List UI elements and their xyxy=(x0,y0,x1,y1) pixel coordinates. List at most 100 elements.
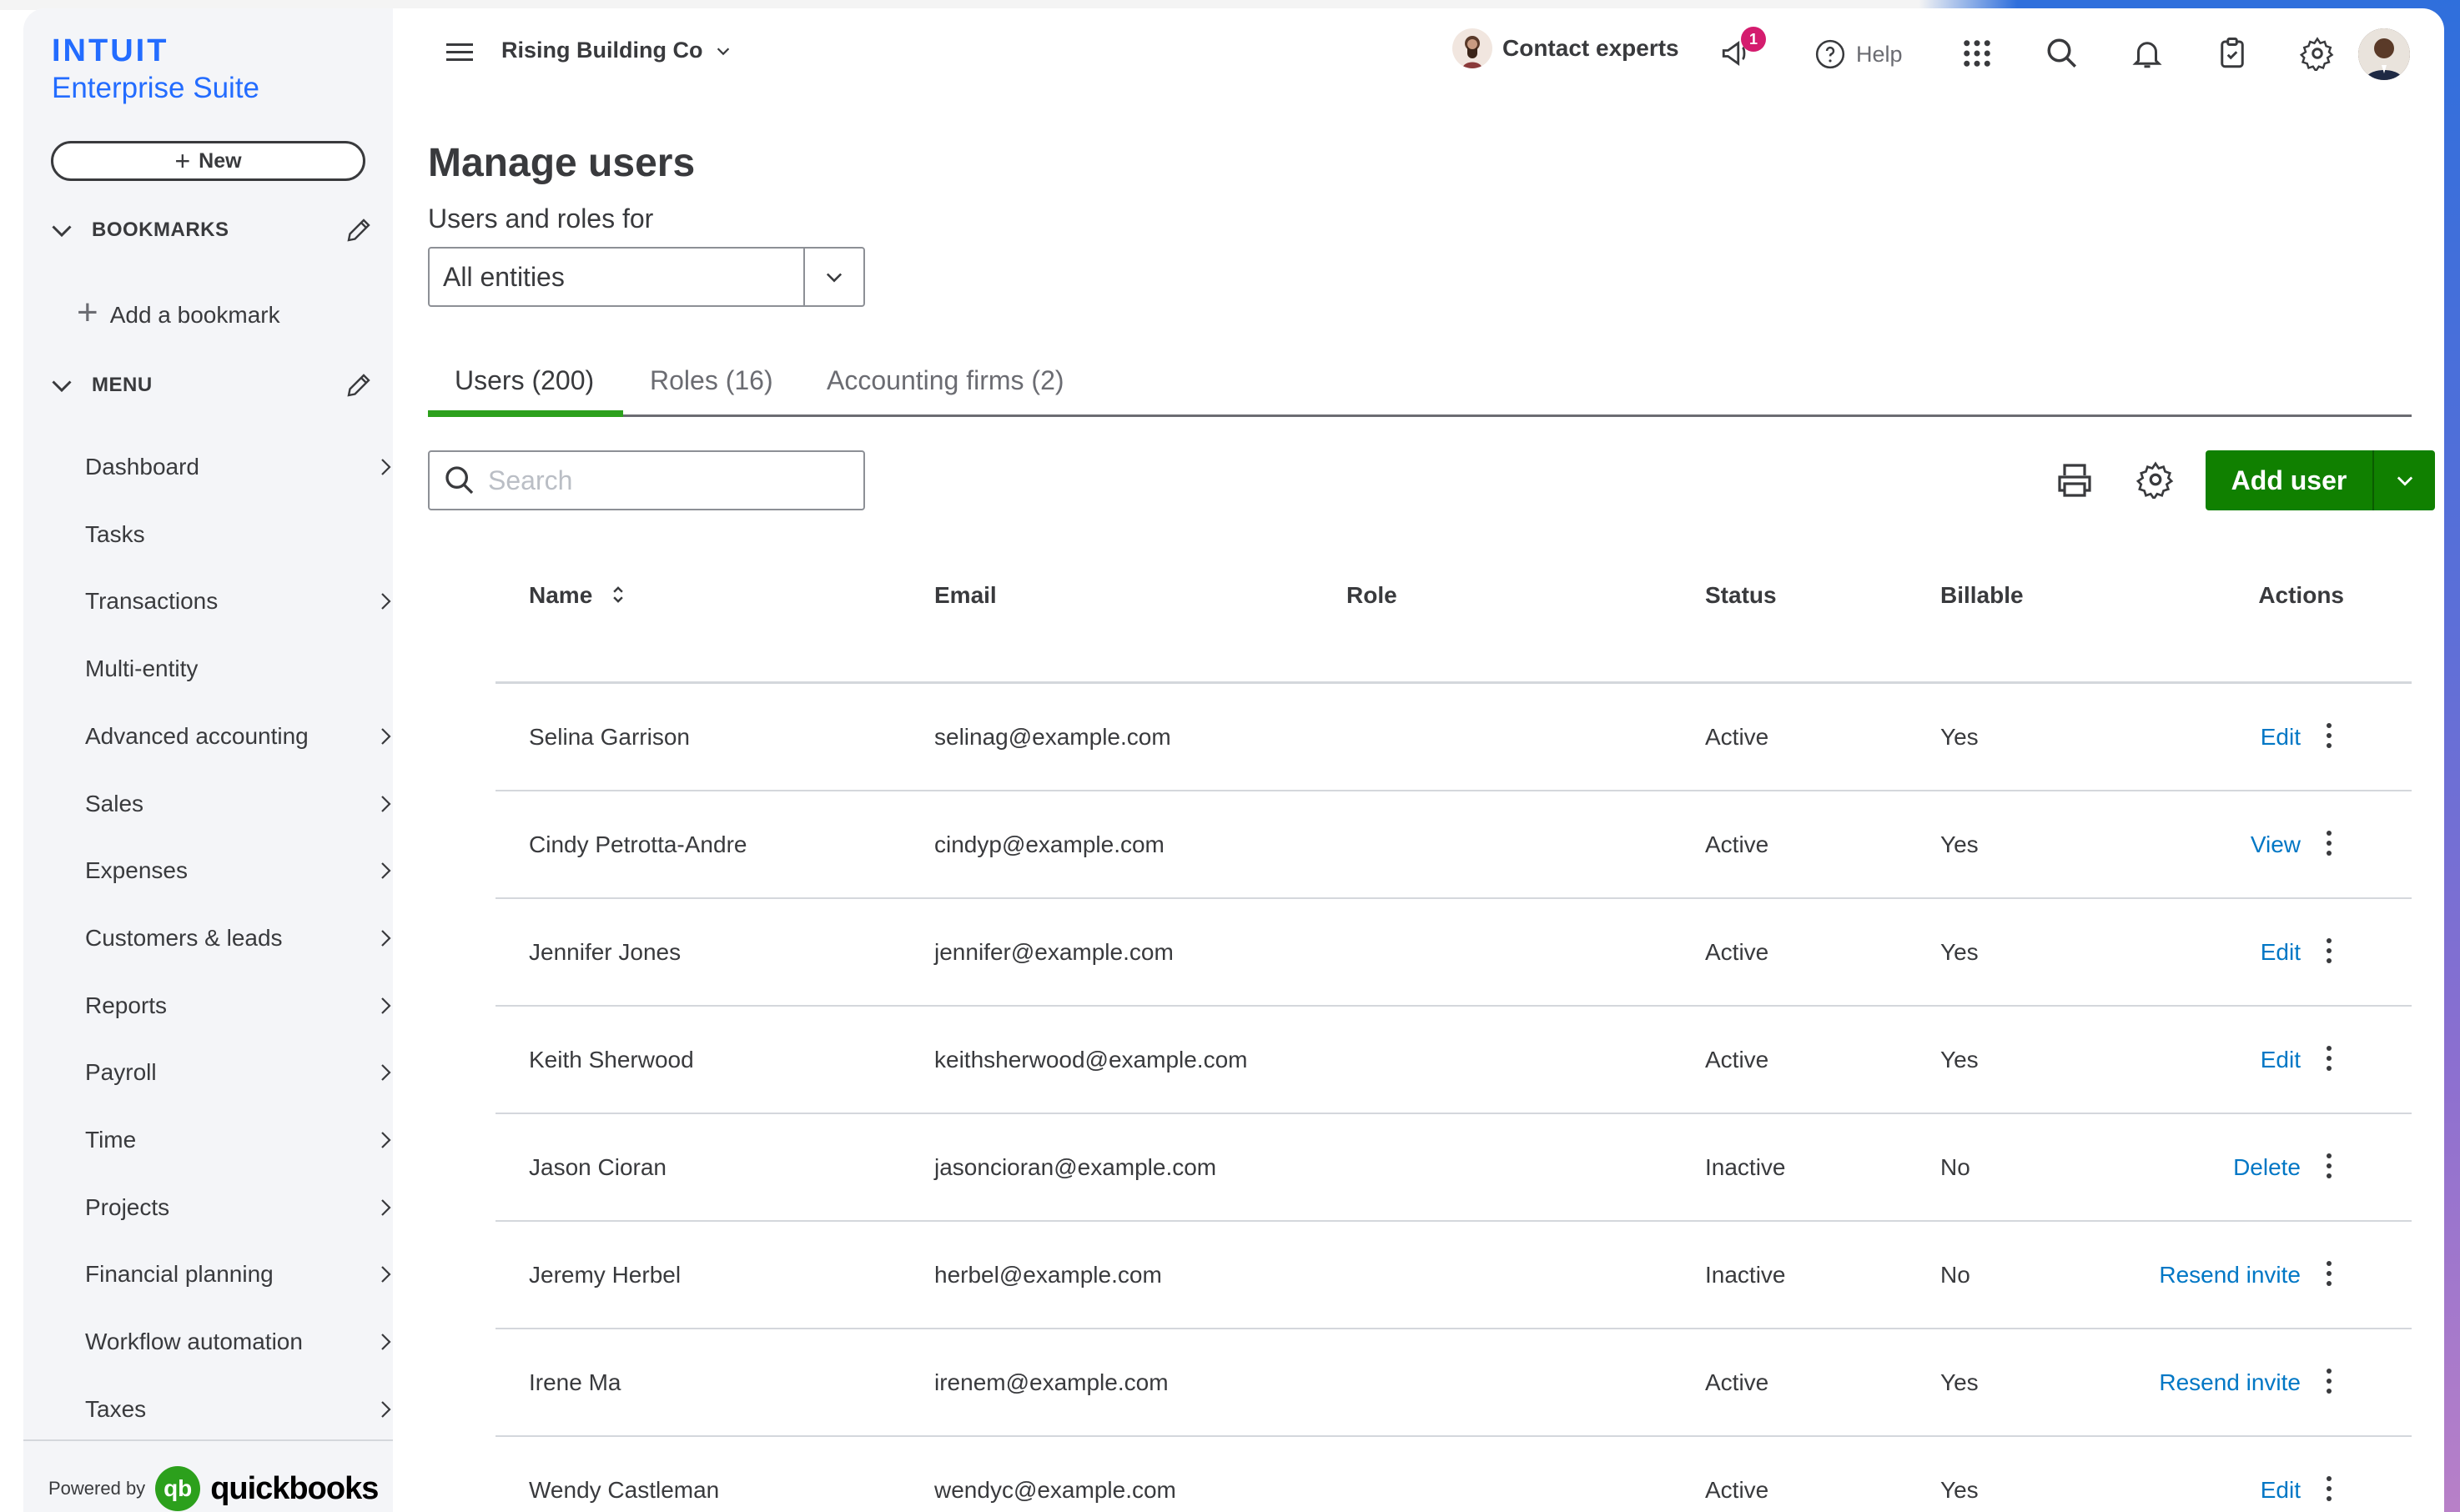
menu-header[interactable]: MENU xyxy=(47,370,374,400)
search-icon[interactable] xyxy=(2045,36,2080,71)
cell-email: selinag@example.com xyxy=(934,724,1171,750)
row-action-link[interactable]: Edit xyxy=(2090,1477,2301,1504)
sidebar-item-label: Customers & leads xyxy=(85,924,283,951)
page-subtitle: Users and roles for xyxy=(428,203,654,234)
cell-billable: Yes xyxy=(1940,724,1979,750)
tab-accounting-firms[interactable]: Accounting firms (2) xyxy=(827,365,1064,396)
table-settings-gear-icon[interactable] xyxy=(2136,460,2175,499)
row-action-link[interactable]: Resend invite xyxy=(2090,1262,2301,1288)
sidebar-item-label: Financial planning xyxy=(85,1261,274,1288)
sidebar-item-taxes[interactable]: Taxes xyxy=(85,1384,410,1434)
more-options-kebab-icon[interactable] xyxy=(2325,1474,2333,1504)
add-user-button[interactable]: Add user xyxy=(2206,465,2372,496)
sidebar-item-projects[interactable]: Projects xyxy=(85,1183,410,1233)
sidebar-item-time[interactable]: Time xyxy=(85,1115,410,1165)
column-status: Status xyxy=(1705,582,1777,608)
help-icon xyxy=(1815,39,1845,69)
cell-status: Active xyxy=(1705,1047,1769,1072)
add-user-dropdown[interactable] xyxy=(2374,469,2435,492)
sidebar-item-financial-planning[interactable]: Financial planning xyxy=(85,1249,410,1299)
cell-status: Inactive xyxy=(1705,1262,1786,1288)
chevron-down-icon xyxy=(52,225,72,238)
more-options-kebab-icon[interactable] xyxy=(2325,1366,2333,1396)
edit-bookmarks-pencil-icon[interactable] xyxy=(344,215,374,245)
sidebar-item-multi-entity[interactable]: Multi-entity xyxy=(85,644,410,694)
search-icon xyxy=(445,466,474,495)
cell-status: Active xyxy=(1705,1369,1769,1395)
company-switcher[interactable]: Rising Building Co xyxy=(501,38,732,63)
cell-email: keithsherwood@example.com xyxy=(934,1047,1248,1072)
sidebar-item-transactions[interactable]: Transactions xyxy=(85,576,410,626)
row-action-link[interactable]: Resend invite xyxy=(2090,1369,2301,1396)
cell-name: Keith Sherwood xyxy=(529,1047,694,1072)
cell-billable: Yes xyxy=(1940,1369,1979,1395)
add-user-button-group: Add user xyxy=(2206,450,2435,510)
sidebar-item-advanced-accounting[interactable]: Advanced accounting xyxy=(85,711,410,761)
row-action-link[interactable]: Delete xyxy=(2090,1154,2301,1181)
column-actions: Actions xyxy=(2258,582,2344,608)
sidebar-item-label: Taxes xyxy=(85,1395,147,1422)
more-options-kebab-icon[interactable] xyxy=(2325,828,2333,858)
edit-menu-pencil-icon[interactable] xyxy=(344,370,374,400)
sidebar-item-label: Transactions xyxy=(85,588,219,615)
sidebar-item-tasks[interactable]: Tasks xyxy=(85,510,410,560)
row-action-link[interactable]: Edit xyxy=(2090,1047,2301,1073)
add-bookmark-link[interactable]: + Add a bookmark xyxy=(77,292,280,334)
hamburger-menu-icon[interactable] xyxy=(445,40,475,65)
tab-roles[interactable]: Roles (16) xyxy=(650,365,773,396)
cell-name: Jeremy Herbel xyxy=(529,1262,682,1288)
entity-select[interactable]: All entities xyxy=(428,247,865,307)
row-action-link[interactable]: Edit xyxy=(2090,939,2301,966)
help-button[interactable]: Help xyxy=(1814,38,1903,70)
sidebar-item-label: Tasks xyxy=(85,520,145,547)
cell-email: wendyc@example.com xyxy=(934,1477,1176,1503)
contact-experts-button[interactable]: Contact experts xyxy=(1452,28,1679,68)
sidebar-item-payroll[interactable]: Payroll xyxy=(85,1047,410,1098)
table-row: Jason Cioran jasoncioran@example.com Inact… xyxy=(496,1114,2412,1222)
sidebar-item-label: Sales xyxy=(85,790,144,816)
row-action-link[interactable]: Edit xyxy=(2090,724,2301,751)
cell-billable: No xyxy=(1940,1262,1970,1288)
user-avatar[interactable] xyxy=(2358,28,2410,80)
more-options-kebab-icon[interactable] xyxy=(2325,1151,2333,1181)
sidebar-item-dashboard[interactable]: Dashboard xyxy=(85,442,410,492)
row-action-link[interactable]: View xyxy=(2090,831,2301,858)
cell-email: cindyp@example.com xyxy=(934,831,1165,857)
bookmarks-header[interactable]: BOOKMARKS xyxy=(47,215,374,245)
intuit-logo: INTUIT xyxy=(52,33,169,68)
cell-billable: Yes xyxy=(1940,1047,1979,1072)
sidebar-item-customers-leads[interactable]: Customers & leads xyxy=(85,913,410,963)
search-input[interactable] xyxy=(488,465,847,496)
print-icon[interactable] xyxy=(2055,460,2095,500)
chevron-down-icon xyxy=(826,273,843,283)
sidebar-item-workflow-automation[interactable]: Workflow automation xyxy=(85,1317,410,1367)
sidebar-item-sales[interactable]: Sales xyxy=(85,779,410,829)
plus-icon: + xyxy=(174,145,191,176)
sidebar-item-reports[interactable]: Reports xyxy=(85,981,410,1031)
column-name[interactable]: Name xyxy=(529,582,627,609)
table-row: Selina Garrison selinag@example.com Active… xyxy=(496,684,2412,791)
cell-email: irenem@example.com xyxy=(934,1369,1169,1395)
more-options-kebab-icon[interactable] xyxy=(2325,936,2333,966)
sidebar-item-label: Expenses xyxy=(85,857,188,884)
more-options-kebab-icon[interactable] xyxy=(2325,721,2333,751)
entity-dropdown-toggle[interactable] xyxy=(803,249,863,305)
sidebar-item-expenses[interactable]: Expenses xyxy=(85,846,410,896)
more-options-kebab-icon[interactable] xyxy=(2325,1043,2333,1073)
new-button-label: New xyxy=(199,148,242,173)
expert-avatar xyxy=(1452,28,1492,68)
quickbooks-logo-icon: qb xyxy=(155,1466,201,1511)
new-button[interactable]: + New xyxy=(51,141,365,181)
apps-grid-icon[interactable] xyxy=(1959,36,1995,71)
more-options-kebab-icon[interactable] xyxy=(2325,1258,2333,1288)
cell-name: Wendy Castleman xyxy=(529,1477,720,1503)
cell-name: Irene Ma xyxy=(529,1369,621,1395)
tab-users[interactable]: Users (200) xyxy=(455,365,594,396)
cell-billable: Yes xyxy=(1940,939,1979,965)
bell-icon[interactable] xyxy=(2130,36,2165,71)
clipboard-check-icon[interactable] xyxy=(2215,36,2250,71)
settings-gear-icon[interactable] xyxy=(2300,36,2335,71)
cell-billable: Yes xyxy=(1940,1477,1979,1503)
cell-name: Cindy Petrotta-Andre xyxy=(529,831,747,857)
cell-name: Jason Cioran xyxy=(529,1154,667,1180)
